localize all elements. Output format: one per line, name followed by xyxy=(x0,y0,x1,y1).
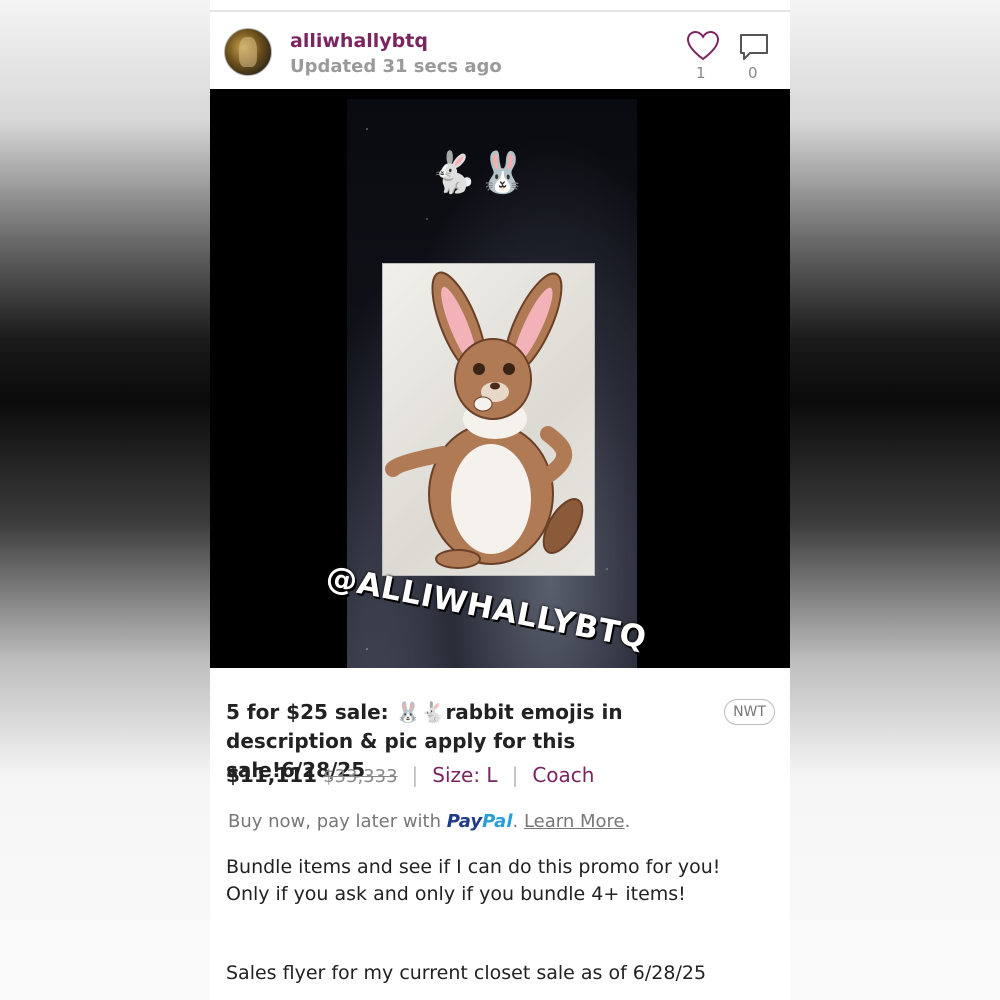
rabbit-emojis: 🐇🐰 xyxy=(428,150,528,196)
heart-icon[interactable] xyxy=(686,30,720,62)
listing-header: alliwhallybtq Updated 31 secs ago 1 0 xyxy=(210,12,790,89)
separator: | xyxy=(511,763,519,787)
rabbit-illustration xyxy=(382,263,595,576)
learn-more-suffix: . xyxy=(624,811,631,832)
listing-details: 5 for $25 sale: 🐰🐇rabbit emojis in descr… xyxy=(210,668,790,1000)
like-count: 1 xyxy=(696,64,706,82)
comment-count: 0 xyxy=(748,64,758,82)
updated-time: Updated 31 secs ago xyxy=(290,56,502,77)
price-row: $11,111 $33,333 | Size: L | Coach xyxy=(226,763,594,787)
original-price: $33,333 xyxy=(323,766,398,787)
paypal-logo-pay: Pay xyxy=(446,811,483,832)
separator: | xyxy=(411,763,419,787)
learn-more-link[interactable]: Learn More xyxy=(524,811,625,832)
price: $11,111 xyxy=(226,763,318,787)
nwt-badge: NWT xyxy=(724,699,775,725)
username-link[interactable]: alliwhallybtq xyxy=(290,30,428,52)
description-paragraph: Sales flyer for my current closet sale a… xyxy=(226,962,707,984)
listing-card: alliwhallybtq Updated 31 secs ago 1 0 🐇🐰 xyxy=(210,0,790,1000)
paypal-logo-pal: Pal xyxy=(482,811,513,832)
paypal-prefix: Buy now, pay later with xyxy=(228,811,442,832)
comment-icon[interactable] xyxy=(738,32,770,62)
size-link[interactable]: Size: L xyxy=(432,763,497,787)
avatar[interactable] xyxy=(224,28,272,76)
description-paragraph: Bundle items and see if I can do this pr… xyxy=(226,856,721,905)
rabbit-drawing xyxy=(385,271,584,569)
period: . xyxy=(512,811,519,832)
paypal-row: Buy now, pay later with PayPal. Learn Mo… xyxy=(228,811,630,832)
brand-link[interactable]: Coach xyxy=(532,763,594,787)
paypal-logo: PayPal xyxy=(447,811,513,832)
listing-image[interactable]: 🐇🐰 @ALLIWHALLYBTQ xyxy=(210,89,790,668)
